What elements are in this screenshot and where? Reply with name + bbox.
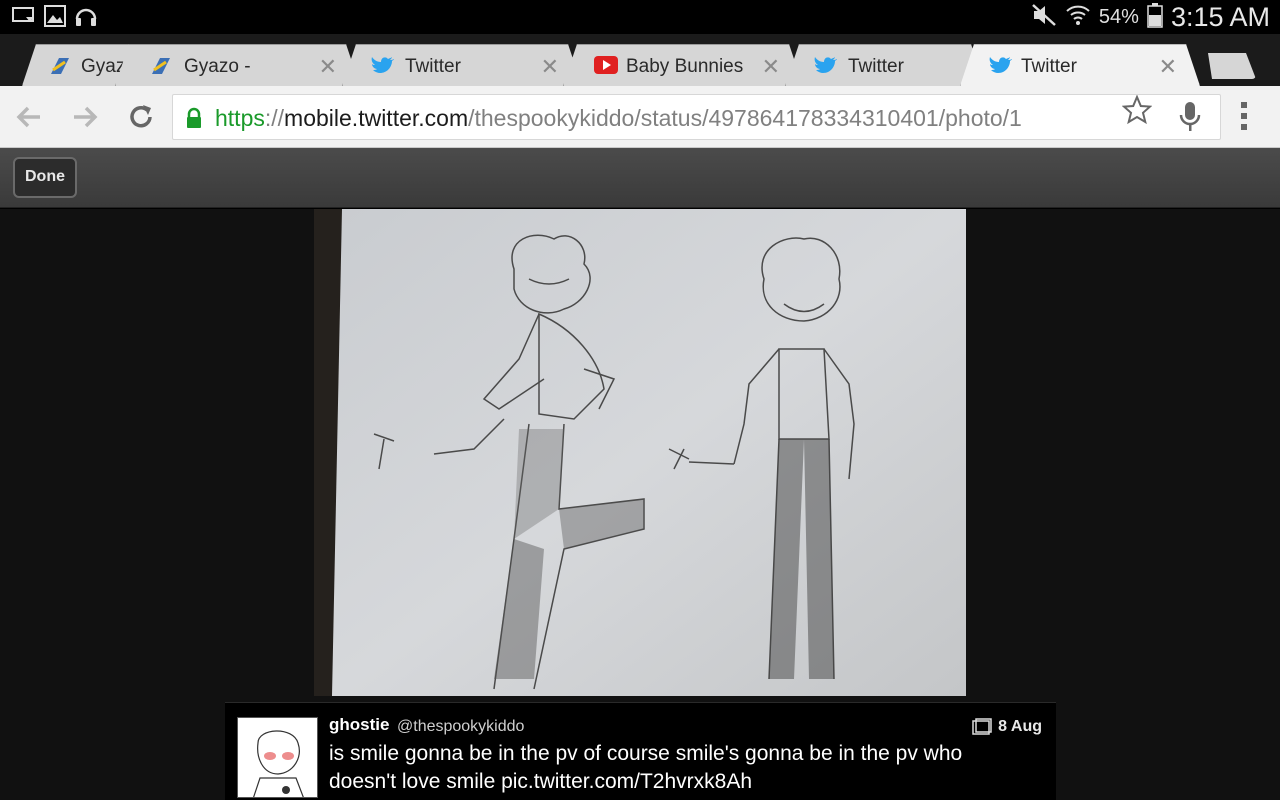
avatar[interactable]: [237, 717, 318, 798]
twitter-bird-icon: [814, 56, 836, 76]
tab-title: Twitter: [848, 56, 904, 77]
tweet-photo[interactable]: [314, 209, 966, 696]
youtube-icon: [594, 56, 616, 76]
new-tab-button[interactable]: [1202, 53, 1256, 79]
tab-gyazo-2[interactable]: Gyazo - ✕: [115, 44, 360, 86]
tab-strip: Gyaz Gyazo - ✕ Twitter ✕ Baby Bunnies ✕ …: [0, 34, 1280, 86]
cast-notification-icon: [12, 6, 36, 31]
status-bar: 54% 3:15 AM: [0, 0, 1280, 34]
address-bar[interactable]: https://mobile.twitter.com/thespookykidd…: [172, 94, 1221, 140]
back-button[interactable]: [12, 100, 46, 134]
gyazo-icon: [150, 56, 172, 76]
twitter-bird-icon: [371, 56, 393, 76]
gyazo-icon: [49, 56, 71, 76]
tab-twitter-1[interactable]: Twitter ✕: [342, 44, 582, 86]
url-host: mobile.twitter.com: [284, 105, 469, 131]
tab-title: Gyazo -: [184, 56, 251, 77]
tab-title: Baby Bunnies: [626, 56, 744, 77]
lock-icon: [185, 107, 203, 134]
bookmark-star-icon[interactable]: [1121, 94, 1153, 130]
done-button[interactable]: Done: [13, 157, 77, 198]
twitter-bird-icon: [989, 56, 1011, 76]
tab-title: Twitter: [1021, 56, 1077, 77]
close-tab-icon[interactable]: ✕: [541, 54, 559, 80]
gallery-notification-icon: [44, 5, 66, 32]
reload-icon: [130, 105, 152, 128]
tweet-date-text: 8 Aug: [998, 718, 1042, 735]
microphone-icon[interactable]: [1178, 101, 1202, 138]
back-arrow-icon: [16, 106, 40, 128]
tab-baby-bunnies[interactable]: Baby Bunnies ✕: [563, 44, 803, 86]
tab-twitter-2[interactable]: Twitter: [785, 44, 985, 86]
headphones-icon: [74, 5, 98, 32]
tweet-author-name[interactable]: ghostie: [329, 715, 389, 735]
photo-viewer-header: Done: [0, 148, 1280, 208]
forward-arrow-icon: [74, 106, 98, 128]
clock: 3:15 AM: [1170, 2, 1270, 32]
battery-percent: 54%: [1098, 6, 1139, 28]
tweet-text: is smile gonna be in the pv of course sm…: [329, 742, 963, 793]
url-separator: ://: [264, 105, 285, 131]
tab-twitter-active[interactable]: Twitter ✕: [960, 44, 1200, 86]
photo-viewer: ghostie @thespookykiddo 8 Aug is smile g…: [0, 209, 1280, 800]
close-tab-icon[interactable]: ✕: [762, 54, 780, 80]
wifi-icon: [1065, 2, 1091, 33]
reload-button[interactable]: [124, 100, 158, 134]
browser-toolbar: https://mobile.twitter.com/thespookykidd…: [0, 86, 1280, 148]
url-scheme: https: [215, 105, 265, 131]
close-tab-icon[interactable]: ✕: [319, 54, 337, 80]
mute-icon: [1031, 3, 1057, 32]
tweet-card: ghostie @thespookykiddo 8 Aug is smile g…: [225, 702, 1056, 800]
gallery-icon: [972, 718, 992, 735]
tab-title: Twitter: [405, 56, 461, 77]
overflow-menu-icon[interactable]: [1238, 100, 1250, 137]
close-tab-icon[interactable]: ✕: [1159, 54, 1177, 80]
tweet-date: 8 Aug: [972, 718, 1042, 736]
battery-icon: [1147, 2, 1163, 33]
url-path: /thespookykiddo/status/49786417833431040…: [468, 105, 1022, 131]
url-text: https://mobile.twitter.com/thespookykidd…: [215, 105, 1022, 132]
forward-button[interactable]: [68, 100, 102, 134]
tweet-author-handle[interactable]: @thespookykiddo: [397, 718, 524, 736]
sketch-drawing: [314, 209, 966, 696]
